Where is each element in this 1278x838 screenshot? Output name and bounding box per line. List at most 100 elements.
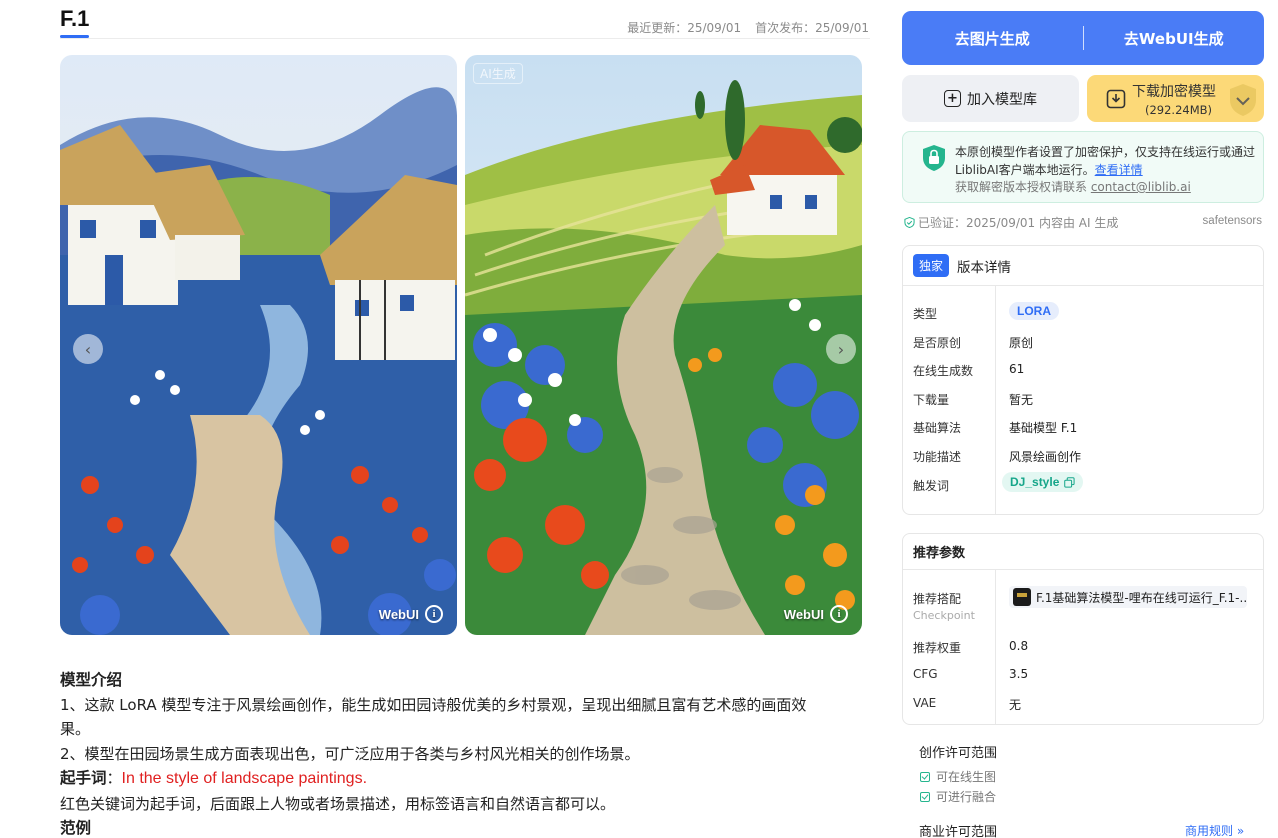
license-item-label: 可在线生图 — [936, 770, 997, 784]
table-row: 类型 LORA — [903, 298, 1263, 326]
table-row: 触发词 DJ_style — [903, 470, 1263, 498]
description-line-1b: 果。 — [60, 720, 91, 738]
row-key: 是否原创 — [913, 336, 962, 350]
version-card-header: 独家 版本详情 — [903, 246, 1263, 286]
row-key: 推荐权重 — [913, 641, 962, 655]
model-description: 模型介绍 1、这款 LoRA 模型专注于风景绘画创作，能生成如田园诗般优美的乡村… — [60, 668, 870, 838]
table-row: 功能描述 风景绘画创作 — [903, 441, 1263, 469]
recommended-params-card: 推荐参数 推荐搭配 Checkpoint F.1基础算法模型-哩布在线可运行_F… — [902, 533, 1264, 725]
generate-webui-button[interactable]: 去WebUI生成 — [1084, 28, 1265, 49]
row-value: 基础模型 F.1 — [1009, 421, 1078, 435]
row-value: 3.5 — [1009, 667, 1029, 681]
table-row: 在线生成数 61 — [903, 355, 1263, 383]
gallery-image-1[interactable]: WebUI i — [60, 55, 457, 635]
row-key: 下载量 — [913, 393, 950, 407]
commercial-license-title: 商业许可范围 — [919, 825, 998, 838]
copy-icon[interactable] — [1064, 476, 1075, 488]
cottage-landscape-image — [60, 55, 457, 635]
webui-label: WebUI — [783, 606, 824, 622]
check-icon — [920, 771, 930, 782]
version-card-title: 版本详情 — [957, 259, 1012, 276]
flower-path-image — [465, 55, 862, 635]
webui-tag-2: WebUI i — [784, 605, 848, 623]
plus-icon: + — [944, 90, 961, 107]
row-key: 在线生成数 — [913, 364, 974, 378]
row-key: 基础算法 — [913, 421, 962, 435]
type-badge: LORA — [1009, 302, 1059, 320]
params-table: 推荐搭配 Checkpoint F.1基础算法模型-哩布在线可运行_F.1-..… — [903, 570, 1263, 724]
table-row: 下载量 暂无 — [903, 384, 1263, 412]
ai-watermark: AI生成 — [473, 63, 523, 84]
gallery-image-2[interactable]: AI生成 WebUI i — [465, 55, 862, 635]
commercial-rules-link[interactable]: 商用规则 » — [1185, 822, 1244, 838]
table-row: VAE 无 — [903, 689, 1263, 717]
table-row: 推荐权重 0.8 — [903, 632, 1263, 660]
gallery-next-button[interactable]: › — [826, 334, 856, 364]
table-row: 基础算法 基础模型 F.1 — [903, 412, 1263, 440]
webui-label: WebUI — [378, 606, 419, 622]
license-item: 可在线生图 — [920, 768, 996, 785]
publish-dates: 最近更新：25/09/01 首次发布：25/09/01 — [627, 19, 869, 36]
download-button[interactable]: 下载加密模型 (292.24MB) — [1087, 75, 1264, 122]
row-key: 类型 — [913, 307, 938, 321]
encrypt-text: 本原创模型作者设置了加密保护，仅支持在线运行或通过LiblibAI客户端本地运行… — [955, 143, 1255, 179]
description-line-2: 2、模型在田园场景生成方面表现出色，可广泛应用于各类与乡村风光相关的创作场景。 — [60, 744, 640, 763]
chevron-right-icon: › — [837, 339, 845, 359]
description-note: 红色关键词为起手词，后面跟上人物或者场景描述，用标签语言和自然语言都可以。 — [60, 794, 616, 813]
file-format: safetensors — [1202, 215, 1262, 227]
contact-line: 获取解密版本授权请联系 contact@liblib.ai — [955, 178, 1191, 195]
chevron-left-icon: ‹ — [84, 339, 92, 359]
verification-text: 已验证：2025/09/01 内容由 AI 生成 — [918, 216, 1119, 230]
download-size: (292.24MB) — [1145, 103, 1213, 117]
add-library-label: 加入模型库 — [967, 91, 1037, 108]
row-value: 61 — [1009, 362, 1025, 376]
add-to-library-button[interactable]: + 加入模型库 — [902, 75, 1079, 122]
row-key: VAE — [913, 696, 937, 710]
gallery-prev-button[interactable]: ‹ — [73, 334, 103, 364]
trigger-word: DJ_style — [1010, 475, 1060, 489]
download-icon — [1106, 89, 1126, 109]
info-icon[interactable]: i — [425, 605, 443, 623]
row-value: 风景绘画创作 — [1009, 450, 1082, 464]
description-line-1: 1、这款 LoRA 模型专注于风景绘画创作，能生成如田园诗般优美的乡村景观，呈现… — [60, 695, 807, 714]
trigger-separator: ： — [106, 769, 122, 787]
generate-image-button[interactable]: 去图片生成 — [902, 28, 1083, 49]
header-divider — [60, 38, 870, 39]
params-card-title: 推荐参数 — [913, 546, 966, 561]
webui-tag-1: WebUI i — [379, 605, 443, 623]
trigger-label: 起手词 — [60, 769, 107, 787]
version-table: 类型 LORA 是否原创 原创 在线生成数 61 下载量 暂无 基础算法 基础模… — [903, 286, 1263, 514]
trigger-value: In the style of landscape paintings. — [121, 770, 368, 787]
verification-status: 已验证：2025/09/01 内容由 AI 生成 — [904, 214, 1118, 231]
encrypt-notice: 本原创模型作者设置了加密保护，仅支持在线运行或通过LiblibAI客户端本地运行… — [902, 131, 1264, 203]
table-row: 推荐搭配 Checkpoint F.1基础算法模型-哩布在线可运行_F.1-..… — [903, 585, 1263, 623]
row-key: 触发词 — [913, 479, 950, 493]
example-heading: 范例 — [60, 819, 92, 837]
shield-icon — [1230, 84, 1256, 116]
last-updated: 最近更新：25/09/01 — [627, 21, 742, 35]
row-subkey: Checkpoint — [913, 609, 975, 622]
first-published: 首次发布：25/09/01 — [755, 21, 869, 35]
table-row: 是否原创 原创 — [903, 327, 1263, 355]
row-key: 功能描述 — [913, 450, 962, 464]
checkpoint-name: F.1基础算法模型-哩布在线可运行_F.1-... — [1036, 590, 1247, 605]
row-value: 0.8 — [1009, 639, 1029, 653]
table-row: CFG 3.5 — [903, 660, 1263, 688]
exclusive-badge: 独家 — [913, 254, 950, 277]
row-key: 推荐搭配 — [913, 592, 962, 606]
trigger-word-chip[interactable]: DJ_style — [1002, 472, 1084, 492]
row-value: 无 — [1009, 698, 1022, 712]
row-value: 原创 — [1009, 336, 1034, 350]
checkpoint-link[interactable]: F.1基础算法模型-哩布在线可运行_F.1-... — [1009, 586, 1247, 608]
row-key: CFG — [913, 667, 938, 681]
trigger-line: 起手词：In the style of landscape paintings. — [60, 766, 870, 792]
license-item-label: 可进行融合 — [936, 790, 997, 804]
generate-button-group: 去图片生成 去WebUI生成 — [902, 11, 1264, 65]
download-label: 下载加密模型 — [1132, 84, 1216, 100]
description-heading: 模型介绍 — [60, 671, 123, 689]
view-details-link[interactable]: 查看详情 — [1095, 163, 1143, 177]
contact-email-link[interactable]: contact@liblib.ai — [1091, 180, 1191, 194]
verified-shield-icon — [904, 217, 915, 228]
license-item: 可进行融合 — [920, 788, 996, 805]
info-icon[interactable]: i — [830, 605, 848, 623]
